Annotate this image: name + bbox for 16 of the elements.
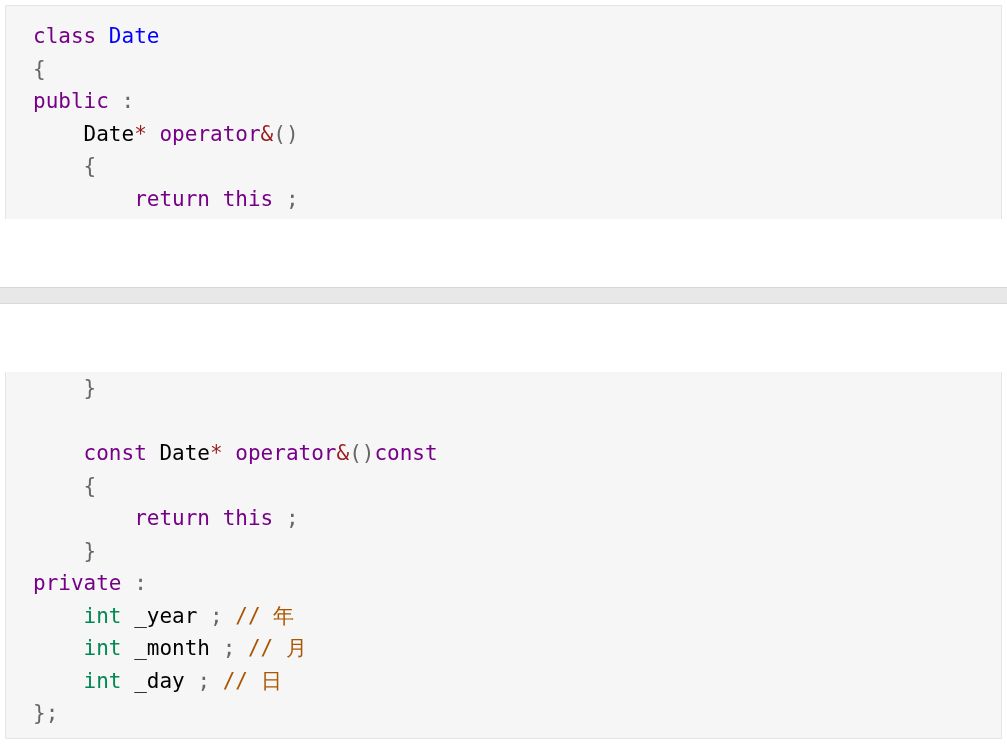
code-line: };	[33, 700, 59, 727]
code-line: }	[82, 537, 97, 565]
code-line: }	[82, 375, 97, 402]
code-line: {	[82, 153, 97, 180]
code-line: private :	[33, 570, 147, 597]
code-line: public :	[33, 88, 135, 115]
code-line: Date* operator&()	[82, 120, 299, 148]
code-line: return this ;	[133, 505, 299, 532]
code-line: const Date* operator&()const	[82, 440, 438, 467]
code-line: class Date	[33, 23, 160, 50]
code-line: {	[33, 55, 46, 83]
code-line: int _year ; // 年	[82, 602, 295, 630]
code-line: int _month ; // 月	[82, 635, 307, 662]
code-line: int _day ; // 日	[82, 667, 282, 695]
code-line: return this ;	[133, 185, 299, 213]
code-line: {	[82, 472, 97, 500]
